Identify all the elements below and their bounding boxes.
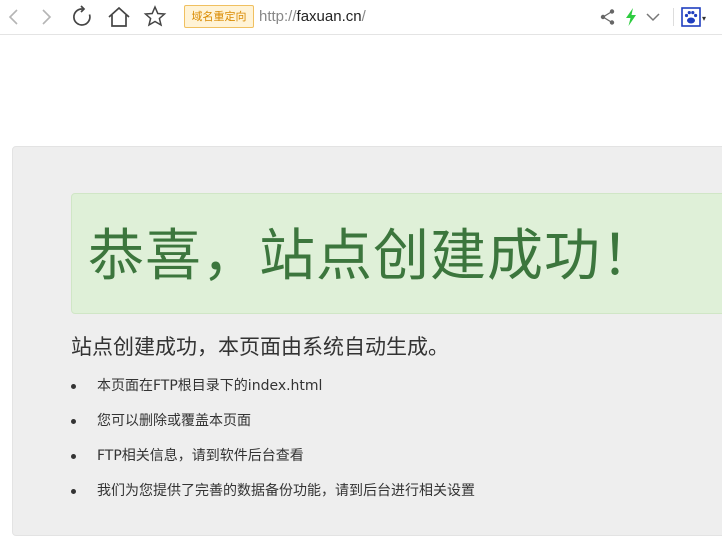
lightning-icon[interactable] <box>620 6 642 28</box>
paw-icon[interactable] <box>681 6 703 28</box>
back-icon[interactable] <box>0 3 28 31</box>
url-path: / <box>361 8 366 25</box>
url-host: faxuan.cn <box>296 8 362 25</box>
bullet-icon <box>71 419 76 424</box>
address-bar[interactable]: http://faxuan.cn/ <box>259 6 366 28</box>
list-item-text: 本页面在FTP根目录下的index.html <box>97 378 323 394</box>
lead-text: 站点创建成功，本页面由系统自动生成。 <box>71 335 449 359</box>
toolbar-divider <box>673 8 674 26</box>
extension-caret-icon[interactable]: ▾ <box>702 15 706 23</box>
reload-icon[interactable] <box>69 3 97 31</box>
star-icon[interactable] <box>141 3 169 31</box>
success-title: 恭喜，站点创建成功！ <box>88 224 658 289</box>
url-protocol: http:// <box>259 8 297 25</box>
bullet-icon <box>71 454 76 459</box>
list-item-text: FTP相关信息，请到软件后台查看 <box>97 448 304 464</box>
forward-icon[interactable] <box>32 3 60 31</box>
chevron-down-icon[interactable] <box>642 6 664 28</box>
list-item-text: 我们为您提供了完善的数据备份功能，请到后台进行相关设置 <box>97 483 475 499</box>
redirect-badge[interactable]: 域名重定向 <box>184 5 254 28</box>
bullet-icon <box>71 489 76 494</box>
list-item-text: 您可以删除或覆盖本页面 <box>97 413 251 429</box>
bullet-icon <box>71 384 76 389</box>
share-icon[interactable] <box>597 6 619 28</box>
browser-toolbar: 域名重定向 http://faxuan.cn/ ▾ <box>0 0 722 35</box>
home-icon[interactable] <box>105 3 133 31</box>
